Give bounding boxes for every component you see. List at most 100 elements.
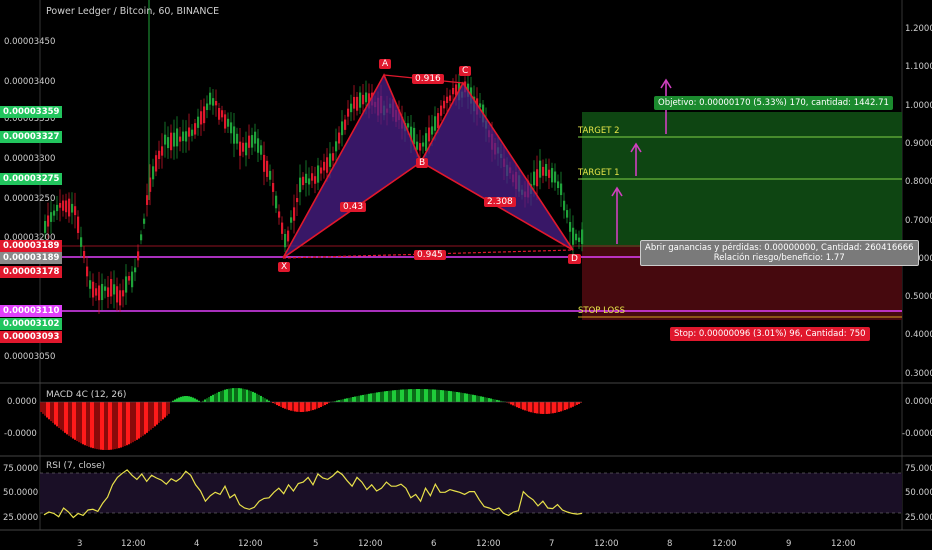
candle-body	[197, 116, 200, 128]
point-x-label: X	[278, 262, 291, 272]
macd-bar	[256, 393, 258, 402]
macd-bar	[114, 402, 116, 450]
candle-body	[50, 212, 53, 222]
candle-body	[566, 210, 569, 218]
candle-body	[317, 165, 320, 183]
macd-bar	[72, 402, 74, 439]
macd-bar	[284, 402, 286, 409]
macd-bar	[154, 402, 156, 427]
candle-body	[233, 126, 236, 144]
macd-bar	[536, 402, 538, 414]
macd-bar	[570, 402, 572, 408]
candle-body	[272, 182, 275, 192]
candle-body	[86, 266, 89, 277]
candle-body	[425, 133, 428, 151]
macd-bar	[474, 395, 476, 402]
right-axis-label: 1.2000	[905, 24, 932, 34]
candle-body	[287, 230, 290, 242]
macd-bar	[50, 402, 52, 422]
macd-bar	[236, 388, 238, 402]
macd-bar	[206, 398, 208, 402]
candle-body	[296, 198, 299, 203]
macd-bar	[346, 398, 348, 402]
candle-body	[242, 142, 245, 152]
macd-bar	[212, 394, 214, 402]
candle-body	[293, 207, 296, 221]
macd-bar	[386, 391, 388, 402]
candle-body	[146, 195, 149, 205]
macd-bar	[168, 402, 170, 414]
time-axis-label: 12:00	[238, 539, 263, 549]
right-axis-label: 0.3000	[905, 368, 932, 379]
macd-bar	[544, 402, 546, 414]
macd-bar	[552, 402, 554, 414]
candle-body	[443, 100, 446, 109]
macd-bar	[156, 402, 158, 425]
macd-bar	[238, 388, 240, 402]
macd-bar	[548, 402, 550, 414]
candle-body	[44, 220, 47, 233]
candle-body	[77, 216, 80, 233]
chart-stage[interactable]: Power Ledger / Bitcoin, 60, BINANCE 0.00…	[0, 0, 932, 550]
macd-bar	[436, 389, 438, 402]
candle-body	[161, 146, 164, 156]
candle-body	[140, 234, 143, 241]
price-tag: 0.00003110	[0, 305, 63, 317]
candle-body	[329, 153, 332, 167]
candle-body	[347, 108, 350, 117]
ratio-abc: 0.916	[412, 74, 444, 84]
macd-bar	[88, 402, 90, 447]
candle-body	[452, 87, 455, 95]
candle-body	[53, 210, 56, 216]
macd-bar	[218, 391, 220, 402]
position-info-line1: Abrir ganancias y pérdidas: 0.00000000, …	[645, 243, 914, 253]
macd-bar	[568, 402, 570, 409]
macd-bar	[244, 389, 246, 402]
candle-body	[158, 150, 161, 160]
macd-bar	[258, 394, 260, 402]
macd-bar	[240, 388, 242, 402]
macd-bar	[126, 402, 128, 446]
candle-body	[56, 204, 59, 212]
macd-bar	[302, 402, 304, 412]
macd-bar	[192, 397, 194, 402]
candle-body	[266, 160, 269, 177]
price-chart[interactable]	[0, 0, 932, 550]
candle-body	[326, 157, 329, 173]
macd-bar	[42, 402, 44, 414]
macd-bar	[226, 389, 228, 402]
macd-bar	[522, 402, 524, 410]
point-a-label: A	[379, 59, 392, 69]
candle-body	[335, 141, 338, 152]
macd-left-label-0: 0.0000	[7, 397, 37, 407]
macd-bar	[214, 393, 216, 402]
macd-bar	[518, 402, 520, 409]
candle-body	[338, 132, 341, 144]
right-axis-label: 0.9000	[905, 138, 932, 149]
macd-bar	[362, 394, 364, 402]
position-info-line2: Relación riesgo/beneficio: 1.77	[713, 253, 845, 263]
macd-bar	[148, 402, 150, 432]
macd-bar	[196, 399, 198, 402]
macd-bar	[384, 391, 386, 402]
candle-body	[59, 203, 62, 208]
macd-bar	[396, 389, 398, 402]
macd-bar	[300, 402, 302, 412]
stop-loss-label: STOP LOSS	[578, 306, 626, 316]
macd-bar	[390, 390, 392, 402]
price-tag: 0.00003189	[0, 252, 63, 264]
right-axis-label: 0.7000	[905, 215, 932, 226]
target2-label: TARGET 2	[578, 126, 620, 136]
macd-bar	[420, 389, 422, 402]
candle-body	[239, 141, 242, 156]
macd-bar	[40, 402, 42, 412]
macd-bar	[112, 402, 114, 450]
candle-body	[92, 281, 95, 298]
macd-bar	[174, 399, 176, 402]
candle-body	[131, 271, 134, 288]
candle-body	[80, 237, 83, 247]
candle-body	[134, 267, 137, 273]
macd-bar	[48, 402, 50, 420]
time-axis-label: 7	[549, 539, 555, 549]
candle-body	[419, 143, 422, 151]
